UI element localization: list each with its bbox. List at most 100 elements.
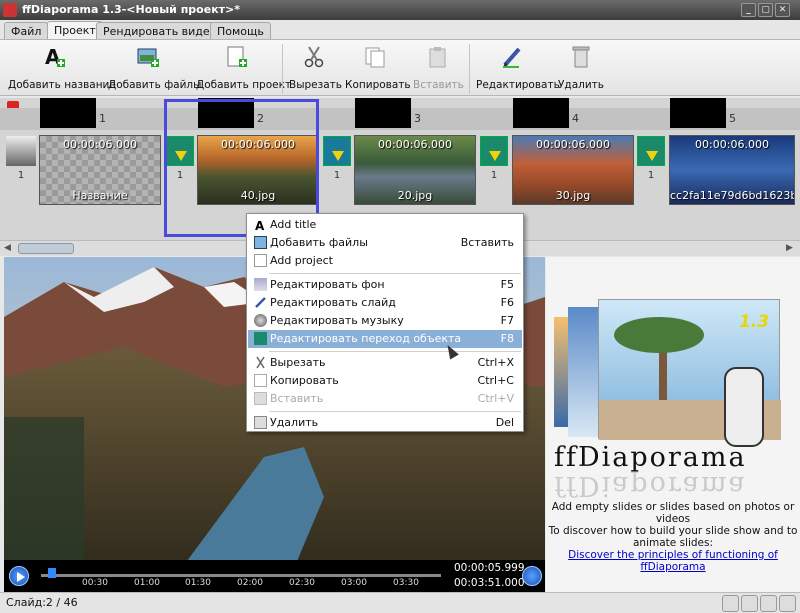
window-title: ffDiaporama 1.3-<Новый проект>*: [22, 3, 241, 16]
first-transition[interactable]: [6, 136, 36, 166]
transition-count: 1: [647, 170, 655, 181]
slide-thumbnail[interactable]: 00:00:06.000 20.jpg: [354, 135, 476, 205]
menu-item-add-files[interactable]: Добавить файлы Вставить: [248, 234, 522, 252]
tab-project[interactable]: Проект: [47, 21, 103, 40]
trash-icon: [254, 416, 267, 429]
info-text: Add empty slides or slides based on phot…: [546, 501, 800, 573]
player-controls: 00:30 01:00 01:30 02:00 02:30 03:00 03:3…: [4, 560, 545, 592]
menu-bar: Файл Проект Рендировать видео Помощь: [0, 20, 800, 40]
paste-button[interactable]: Вставить: [413, 44, 464, 91]
add-project-icon: [254, 254, 267, 267]
add-title-icon: A: [42, 44, 66, 70]
tick-label: 01:00: [134, 578, 160, 588]
pencil-icon: [500, 44, 524, 70]
pencil-icon: [254, 296, 267, 309]
current-time: 00:00:05.999: [454, 562, 525, 574]
add-files-icon: [254, 236, 267, 249]
copy-icon: [363, 44, 387, 70]
toolbar-divider: [282, 44, 283, 94]
menu-item-cut[interactable]: Вырезать Ctrl+X: [248, 354, 522, 372]
paste-icon: [426, 44, 450, 70]
toolbar-divider: [469, 44, 470, 94]
transition-count: 1: [17, 170, 25, 181]
menu-item-edit-music[interactable]: Редактировать музыку F7: [248, 312, 522, 330]
slide-background-block: [355, 98, 411, 128]
logo-image: [568, 307, 598, 437]
add-title-icon: A: [254, 218, 267, 233]
tab-file[interactable]: Файл: [4, 22, 49, 40]
transition-icon[interactable]: [480, 136, 508, 166]
seek-handle[interactable]: [48, 568, 56, 578]
slide-thumbnail[interactable]: 00:00:06.000 cc2fa11e79d6bd1623bc: [669, 135, 795, 205]
app-logo-reflection: ffDiaporama: [554, 470, 747, 501]
menu-divider: [269, 351, 521, 352]
paste-icon: [254, 392, 267, 405]
menu-item-edit-transition[interactable]: Редактировать переход объекта F8: [248, 330, 522, 348]
add-project-icon: [224, 44, 248, 70]
tick-label: 02:00: [237, 578, 263, 588]
svg-text:A: A: [255, 219, 265, 231]
tick-label: 03:00: [341, 578, 367, 588]
maximize-icon[interactable]: ▢: [758, 3, 773, 17]
app-icon: [3, 3, 17, 17]
add-project-button[interactable]: Добавить проект: [196, 44, 291, 91]
scissors-icon: [302, 44, 326, 70]
tick-label: 03:30: [393, 578, 419, 588]
context-menu: A Add title Добавить файлы Вставить Add …: [246, 213, 524, 432]
slide-background-block: [513, 98, 569, 128]
tab-render-video[interactable]: Рендировать видео: [96, 22, 224, 40]
device-icon: [724, 367, 764, 447]
scroll-right-icon[interactable]: ▶: [786, 243, 793, 253]
copy-button[interactable]: Копировать: [345, 44, 411, 91]
scroll-left-icon[interactable]: ◀: [4, 243, 11, 253]
tick-label: 01:30: [185, 578, 211, 588]
principles-link[interactable]: Discover the principles of functioning o…: [568, 549, 778, 573]
play-icon[interactable]: [722, 595, 739, 612]
minimize-icon[interactable]: _: [741, 3, 756, 17]
slide-background-block: [40, 98, 96, 128]
slide-thumbnail[interactable]: 00:00:06.000 Название: [39, 135, 161, 205]
transition-icon[interactable]: [323, 136, 351, 166]
menu-item-edit-slide[interactable]: Редактировать слайд F6: [248, 294, 522, 312]
transition-count: 1: [333, 170, 341, 181]
slide-counter: Слайд:2 / 46: [6, 596, 78, 609]
scrollbar-thumb[interactable]: [18, 243, 74, 254]
add-title-button[interactable]: A Добавить название: [8, 44, 116, 91]
menu-item-paste[interactable]: Вставить Ctrl+V: [248, 390, 522, 408]
delete-button[interactable]: Удалить: [556, 44, 606, 91]
total-time: 00:03:51.000: [454, 577, 525, 589]
menu-item-edit-background[interactable]: Редактировать фон F5: [248, 276, 522, 294]
seek-track[interactable]: [41, 574, 441, 577]
cut-button[interactable]: Вырезать: [289, 44, 342, 91]
trash-icon: [569, 44, 593, 70]
tab-help[interactable]: Помощь: [210, 22, 271, 40]
grid-view-icon[interactable]: [741, 595, 758, 612]
add-files-button[interactable]: Добавить файлы: [108, 44, 201, 91]
app-window: ffDiaporama 1.3-<Новый проект>* _ ▢ ✕ Фа…: [0, 0, 800, 613]
transition-count: 1: [490, 170, 498, 181]
tick-label: 00:30: [82, 578, 108, 588]
zoom-out-icon[interactable]: [779, 595, 796, 612]
toolbar: A Добавить название Добавить файлы Добав…: [0, 39, 800, 96]
info-line: To discover how to build your slide show…: [548, 525, 798, 549]
snapshot-icon[interactable]: [522, 566, 542, 586]
menu-item-add-project[interactable]: Add project: [248, 252, 522, 270]
info-panel: 1.3 ffDiaporama ffDiaporama Add empty sl…: [546, 257, 800, 592]
close-icon[interactable]: ✕: [775, 3, 790, 17]
background-icon: [254, 278, 267, 291]
transition-icon: [254, 332, 267, 345]
transition-icon[interactable]: [637, 136, 665, 166]
title-bar: ffDiaporama 1.3-<Новый проект>* _ ▢ ✕: [0, 0, 800, 20]
app-logo-text: ffDiaporama: [554, 442, 747, 473]
tick-label: 02:30: [289, 578, 315, 588]
play-button[interactable]: [9, 566, 29, 586]
status-bar: Слайд:2 / 46: [0, 592, 800, 613]
menu-divider: [269, 273, 521, 274]
slide-thumbnail[interactable]: 00:00:06.000 30.jpg: [512, 135, 634, 205]
menu-item-add-title[interactable]: A Add title: [248, 216, 522, 234]
menu-item-copy[interactable]: Копировать Ctrl+C: [248, 372, 522, 390]
scissors-icon: [254, 356, 267, 369]
edit-button[interactable]: Редактировать: [476, 44, 560, 91]
zoom-in-icon[interactable]: [760, 595, 777, 612]
menu-item-delete[interactable]: Удалить Del: [248, 414, 522, 432]
